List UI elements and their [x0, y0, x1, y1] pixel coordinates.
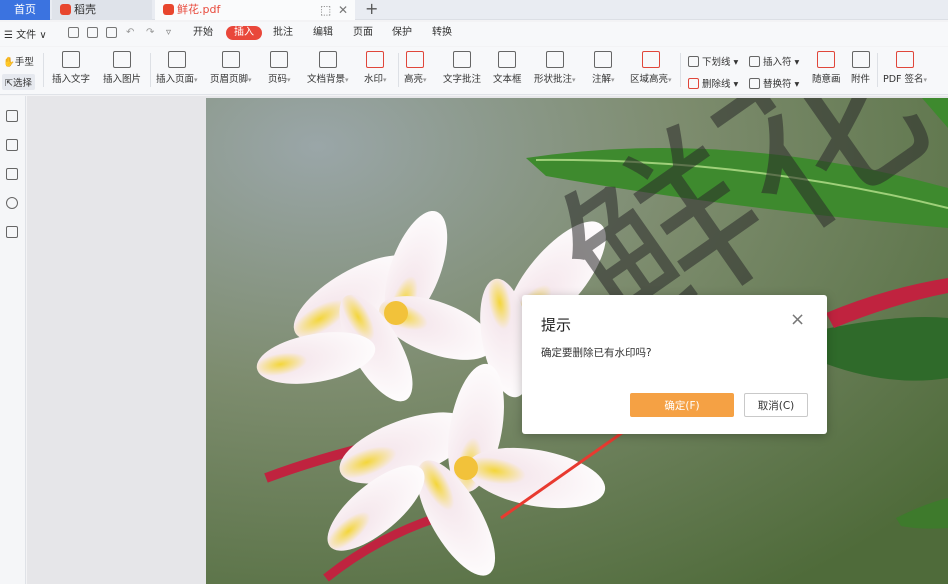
pdf-sign-button[interactable]: PDF 签名▾ — [883, 51, 927, 85]
text-icon — [62, 51, 80, 68]
insert-text-button[interactable]: 插入文字 — [52, 51, 90, 85]
daoke-icon — [60, 4, 71, 15]
textbox-button[interactable]: 文本框 — [493, 51, 522, 85]
thumbnail-icon[interactable] — [6, 139, 18, 151]
signature-icon[interactable] — [6, 226, 18, 238]
note-icon — [594, 51, 613, 68]
tab-home[interactable]: 首页 — [0, 0, 50, 20]
textbox-icon — [498, 51, 517, 68]
new-tab-icon[interactable]: + — [365, 0, 378, 18]
background-icon — [318, 51, 337, 68]
menu-protect[interactable]: 保护 — [392, 26, 412, 40]
comment-icon[interactable] — [6, 168, 18, 180]
sign-icon — [896, 51, 915, 68]
ribbon-toolbar: ✋手型 ⇱选择 插入文字 插入图片 插入页面▾ 页眉页脚▾ 页码▾ 文档背景▾ … — [0, 47, 948, 95]
underline-button[interactable]: 下划线 ▾ — [688, 54, 738, 68]
replace-mark-button[interactable]: 替换符 ▾ — [749, 76, 799, 90]
menu-insert[interactable]: 插入 — [226, 26, 262, 40]
insert-page-button[interactable]: 插入页面▾ — [156, 51, 198, 85]
separator — [398, 53, 399, 87]
page-number-icon — [270, 51, 289, 68]
separator — [680, 53, 681, 87]
tab-pin-icon[interactable]: ⬚ — [320, 0, 331, 20]
highlight-icon — [406, 51, 425, 68]
dialog-title: 提示 — [541, 316, 572, 334]
paperclip-icon — [851, 51, 870, 68]
confirm-button[interactable]: 确定(F) — [630, 393, 734, 417]
image-icon — [113, 51, 131, 68]
select-tool[interactable]: ⇱选择 — [2, 74, 35, 90]
tab-daoke[interactable]: 稻壳 — [52, 0, 152, 20]
tab-close-icon[interactable]: ✕ — [338, 0, 348, 20]
more-icon[interactable]: ▿ — [166, 26, 171, 40]
watermark-button[interactable]: 水印▾ — [364, 51, 387, 85]
strikethrough-button[interactable]: 删除线 ▾ — [688, 76, 738, 90]
menu-start[interactable]: 开始 — [193, 26, 213, 40]
highlight-button[interactable]: 高亮▾ — [404, 51, 427, 85]
attachment-button[interactable]: 附件 — [851, 51, 870, 85]
menu-annotate[interactable]: 批注 — [273, 26, 293, 40]
area-highlight-button[interactable]: 区域高亮▾ — [630, 51, 672, 85]
cancel-button[interactable]: 取消(C) — [744, 393, 808, 417]
undo-icon[interactable]: ↶ — [126, 26, 134, 40]
note-button[interactable]: 注解▾ — [592, 51, 615, 85]
pen-icon — [817, 51, 836, 68]
pdf-icon — [163, 4, 174, 15]
doc-background-button[interactable]: 文档背景▾ — [307, 51, 349, 85]
redo-icon[interactable]: ↷ — [146, 26, 154, 40]
separator — [43, 53, 44, 87]
tab-daoke-label: 稻壳 — [74, 3, 96, 16]
shape-comment-button[interactable]: 形状批注▾ — [534, 51, 576, 85]
menu-row: ☰ 文件 ∨ ↶ ↷ ▿ 开始 插入 批注 编辑 页面 保护 转换 — [0, 22, 948, 46]
shape-icon — [545, 51, 564, 68]
print-icon[interactable] — [106, 27, 117, 38]
confirm-dialog: 提示 × 确定要删除已有水印吗? 确定(F) 取消(C) — [522, 295, 827, 434]
separator — [150, 53, 151, 87]
menu-page[interactable]: 页面 — [353, 26, 373, 40]
area-highlight-icon — [641, 51, 660, 68]
insert-mark-button[interactable]: 插入符 ▾ — [749, 54, 799, 68]
save-icon[interactable] — [87, 27, 98, 38]
close-icon[interactable]: × — [790, 311, 805, 329]
attachment-icon[interactable] — [6, 197, 18, 209]
tab-pdf-label: 鲜花.pdf — [177, 3, 221, 16]
hand-tool[interactable]: ✋手型 — [3, 54, 34, 68]
watermark-icon — [366, 51, 385, 68]
insert-image-button[interactable]: 插入图片 — [103, 51, 141, 85]
left-sidebar — [0, 96, 26, 584]
dialog-message: 确定要删除已有水印吗? — [541, 347, 652, 359]
open-icon[interactable] — [68, 27, 79, 38]
bookmark-icon[interactable] — [6, 110, 18, 122]
separator — [877, 53, 878, 87]
menu-edit[interactable]: 编辑 — [313, 26, 333, 40]
header-footer-button[interactable]: 页眉页脚▾ — [210, 51, 252, 85]
page-icon — [167, 51, 186, 68]
text-comment-icon — [453, 51, 471, 68]
page-number-button[interactable]: 页码▾ — [268, 51, 291, 85]
menu-convert[interactable]: 转换 — [432, 26, 452, 40]
file-menu[interactable]: ☰ 文件 ∨ — [4, 26, 47, 41]
text-comment-button[interactable]: 文字批注 — [443, 51, 481, 85]
tab-bar: 首页 稻壳 鲜花.pdf ⬚ ✕ + — [0, 0, 948, 20]
header-footer-icon — [221, 51, 240, 68]
freehand-button[interactable]: 随意画 — [812, 51, 841, 85]
